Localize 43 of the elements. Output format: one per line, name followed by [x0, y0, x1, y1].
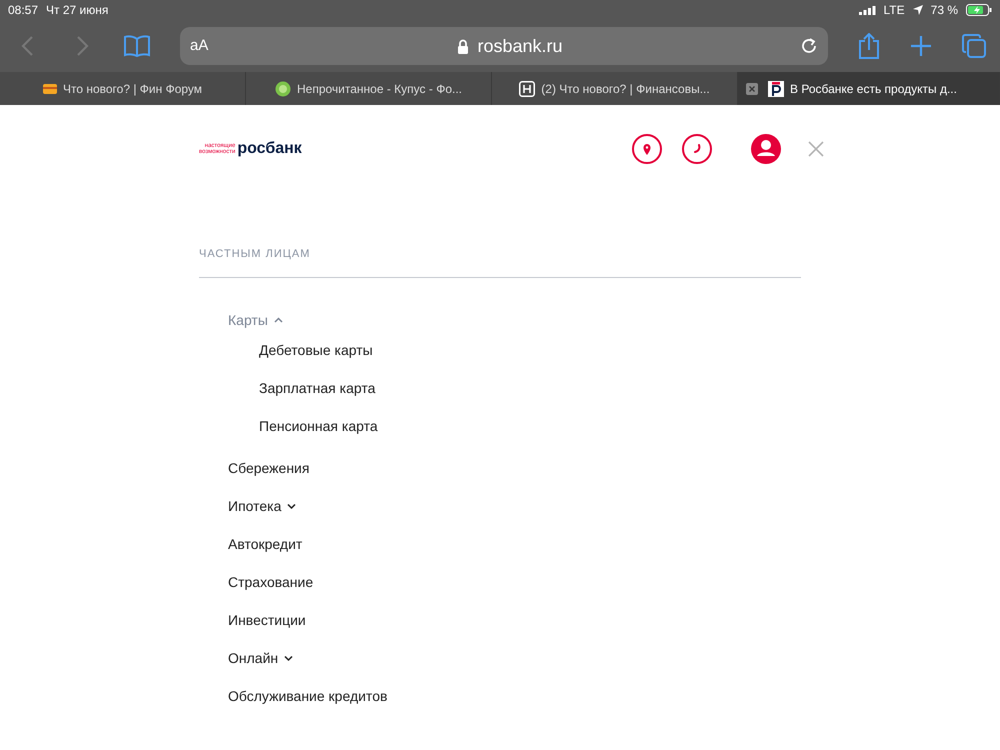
logo-wordmark: росбанк	[237, 139, 302, 159]
plus-icon[interactable]	[910, 35, 932, 57]
status-time: 08:57	[8, 2, 38, 19]
submenu-item[interactable]: Пенсионная карта	[259, 416, 801, 432]
share-icon[interactable]	[858, 33, 880, 59]
section-heading: ЧАСТНЫМ ЛИЦАМ	[199, 248, 310, 260]
submenu-item[interactable]: Дебетовые карты	[259, 340, 801, 356]
submenu-item[interactable]: Зарплатная карта	[259, 378, 801, 394]
chevron-icon	[274, 316, 283, 324]
battery-percent: 73 %	[930, 2, 958, 19]
menu-item[interactable]: Онлайн	[228, 650, 801, 666]
address-field[interactable]: aA rosbank.ru	[180, 27, 828, 65]
status-date: Чт 27 июня	[46, 2, 108, 19]
signal-icon	[858, 6, 876, 14]
address-text: rosbank.ru	[477, 34, 563, 58]
menu-item[interactable]: Автокредит	[228, 536, 801, 552]
tabs-icon[interactable]	[962, 34, 986, 58]
close-tab-icon[interactable]	[746, 82, 758, 94]
battery-icon	[966, 4, 992, 16]
location-arrow-icon	[912, 5, 923, 15]
user-icon[interactable]	[751, 134, 781, 164]
menu-item[interactable]: Карты	[228, 312, 801, 328]
bank-logo-icon	[768, 80, 784, 96]
menu-item[interactable]: Инвестиции	[228, 612, 801, 628]
reload-icon[interactable]	[800, 37, 818, 55]
menu-item[interactable]: Сбережения	[228, 460, 801, 476]
letter-h-icon	[519, 80, 536, 96]
back-icon[interactable]	[20, 35, 34, 57]
browser-tab[interactable]: В Росбанке есть продукты д...	[738, 72, 1000, 105]
close-icon[interactable]	[808, 141, 824, 157]
menu-item[interactable]: Страхование	[228, 574, 801, 590]
card-icon	[42, 84, 57, 94]
menu-item[interactable]: Обслуживание кредитов	[228, 688, 801, 704]
network-type: LTE	[884, 2, 905, 19]
lock-icon	[457, 38, 470, 54]
menu-item[interactable]: Ипотека	[228, 498, 801, 514]
location-pin-icon[interactable]	[632, 134, 662, 164]
forward-icon[interactable]	[76, 35, 90, 57]
chevron-icon	[287, 502, 296, 510]
book-icon[interactable]	[124, 35, 150, 57]
text-size-button[interactable]: aA	[190, 34, 220, 58]
phone-icon[interactable]	[682, 134, 712, 164]
chevron-icon	[284, 654, 294, 662]
